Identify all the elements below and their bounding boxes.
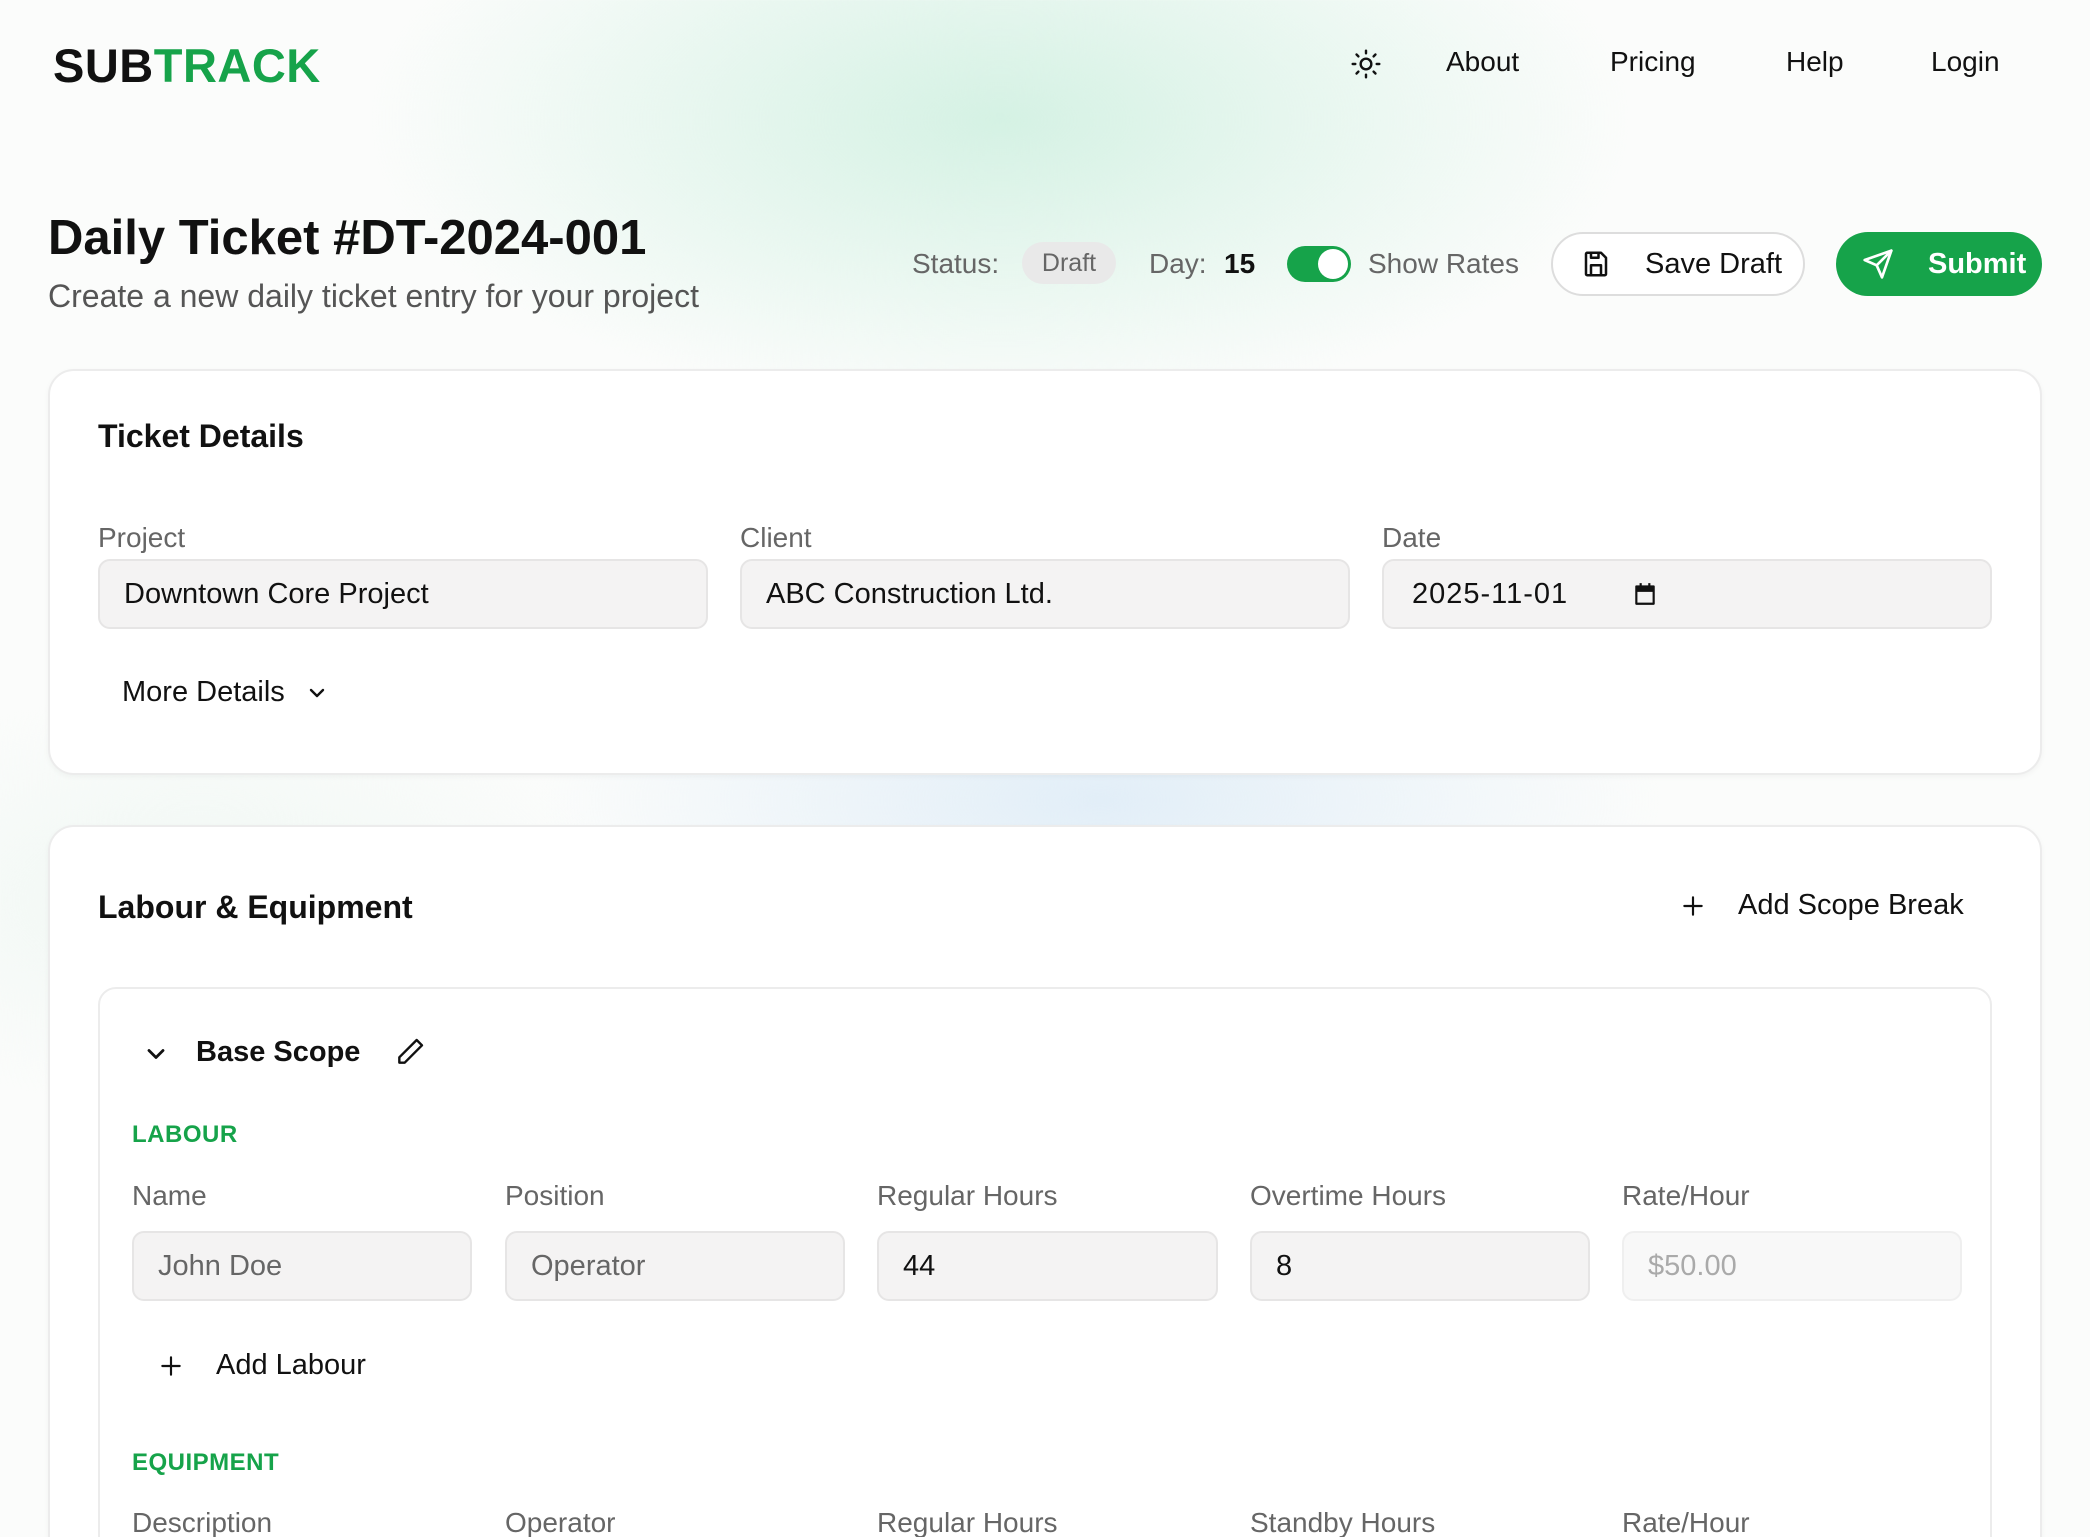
equipment-col-rate: Rate/Hour xyxy=(1622,1507,1750,1537)
labour-col-regular-hours: Regular Hours xyxy=(877,1180,1058,1211)
status-badge: Draft xyxy=(1022,242,1116,284)
logo[interactable]: SUBTRACK xyxy=(53,38,321,93)
nav-about-link[interactable]: About xyxy=(1446,46,1519,78)
add-scope-break-button[interactable]: Add Scope Break xyxy=(1680,889,1964,922)
chevron-down-icon[interactable] xyxy=(142,1040,170,1068)
submit-button[interactable]: Submit xyxy=(1836,232,2042,296)
equipment-col-description: Description xyxy=(132,1507,273,1537)
save-draft-label: Save Draft xyxy=(1645,247,1782,280)
equipment-col-operator: Operator xyxy=(505,1507,616,1537)
day-value: 15 xyxy=(1224,248,1256,279)
equipment-section-heading: EQUIPMENT xyxy=(132,1449,280,1476)
equipment-col-regular-hours: Regular Hours xyxy=(877,1507,1058,1537)
labour-col-overtime-hours: Overtime Hours xyxy=(1250,1180,1447,1211)
scope-name: Base Scope xyxy=(196,1036,361,1068)
edit-pencil-icon[interactable] xyxy=(394,1036,426,1068)
theme-toggle-sun-icon[interactable] xyxy=(1350,48,1382,80)
send-icon xyxy=(1863,249,1893,279)
add-labour-button[interactable]: Add Labour xyxy=(158,1349,366,1382)
nav-login-link[interactable]: Login xyxy=(1931,46,2000,78)
show-rates-label: Show Rates xyxy=(1368,248,1519,279)
labour-col-position: Position xyxy=(505,1180,605,1211)
date-label: Date xyxy=(1382,522,1442,553)
more-details-label: More Details xyxy=(122,676,285,708)
plus-icon xyxy=(1683,895,1703,916)
plus-icon xyxy=(161,1355,181,1376)
day-label: Day: xyxy=(1149,248,1207,279)
toggle-knob xyxy=(1318,249,1348,279)
calendar-icon[interactable] xyxy=(1632,581,1658,607)
nav-pricing-link[interactable]: Pricing xyxy=(1610,46,1696,78)
labour-equipment-title: Labour & Equipment xyxy=(98,889,413,925)
page-title: Daily Ticket #DT-2024-001 xyxy=(48,211,647,265)
submit-label: Submit xyxy=(1928,247,2027,280)
date-field[interactable]: 2025-11-01 xyxy=(1382,559,1992,629)
labour-col-rate: Rate/Hour xyxy=(1622,1180,1750,1211)
client-field[interactable]: ABC Construction Ltd. xyxy=(740,559,1350,629)
add-scope-break-label: Add Scope Break xyxy=(1738,889,1964,921)
ticket-details-title: Ticket Details xyxy=(98,418,304,454)
labour-rate-field: $50.00 xyxy=(1622,1231,1962,1301)
project-field[interactable]: Downtown Core Project xyxy=(98,559,708,629)
chevron-down-icon xyxy=(309,688,324,697)
equipment-col-standby-hours: Standby Hours xyxy=(1250,1507,1436,1537)
labour-name-field[interactable]: John Doe xyxy=(132,1231,472,1301)
status-label: Status: xyxy=(912,248,1000,279)
save-icon xyxy=(1584,251,1608,277)
add-labour-label: Add Labour xyxy=(216,1349,366,1381)
project-label: Project xyxy=(98,522,186,553)
show-rates-toggle[interactable] xyxy=(1287,246,1351,282)
labour-regular-hours-field[interactable]: 44 xyxy=(877,1231,1218,1301)
more-details-toggle[interactable]: More Details xyxy=(122,676,329,709)
labour-position-field[interactable]: Operator xyxy=(505,1231,845,1301)
client-label: Client xyxy=(740,522,812,553)
nav-help-link[interactable]: Help xyxy=(1786,46,1844,78)
save-draft-button[interactable]: Save Draft xyxy=(1551,232,1805,296)
labour-col-name: Name xyxy=(132,1180,207,1211)
date-value: 2025-11-01 xyxy=(1412,577,1569,610)
labour-section-heading: LABOUR xyxy=(132,1121,238,1148)
page-subtitle: Create a new daily ticket entry for your… xyxy=(48,278,699,314)
labour-overtime-hours-field[interactable]: 8 xyxy=(1250,1231,1590,1301)
